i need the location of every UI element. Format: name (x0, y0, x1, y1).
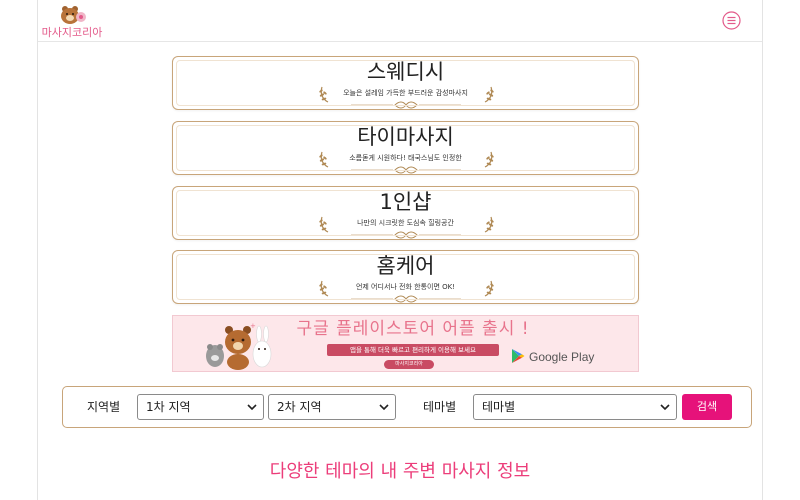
region2-select[interactable]: 2차 지역 (268, 394, 396, 420)
category-subtitle: 소름돋게 시원하다! 태국스님도 인정한 (349, 154, 462, 162)
category-card-home-care[interactable]: 홈케어 언제 어디서나 전화 한통이면 OK! (172, 250, 639, 304)
laurel-left-icon (319, 151, 329, 168)
bear-mascots-icon: + (206, 322, 272, 370)
category-title: 1인샵 (379, 190, 432, 214)
laurel-left-icon (319, 86, 329, 103)
category-title: 홈케어 (376, 254, 435, 278)
category-card-thai[interactable]: 타이마사지 소름돋게 시원하다! 태국스님도 인정한 (172, 121, 639, 175)
laurel-right-icon (484, 151, 494, 168)
laurel-left-icon (319, 216, 329, 233)
category-card-one-person-shop[interactable]: 1인샵 나만의 시크릿한 도심속 힐링공간 (172, 186, 639, 240)
search-button[interactable]: 검색 (682, 394, 732, 420)
theme-select[interactable]: 테마별 (473, 394, 677, 420)
category-subtitle: 오늘은 설레임 가득한 부드러운 감성마사지 (343, 89, 468, 97)
page: 마사지코리아 스웨디시 오늘은 설레임 가득한 부드러운 감성마사지 타이마사지… (0, 0, 800, 500)
banner-title: 구글 플레이스토어 어플 출시 ! (296, 319, 530, 339)
google-play-banner[interactable]: + 구글 플레이스토어 어플 출시 ! 앱을 통해 더욱 빠르고 편리하게 이용… (172, 315, 639, 372)
laurel-right-icon (484, 216, 494, 233)
category-title: 타이마사지 (357, 125, 454, 149)
google-play-icon (512, 349, 525, 363)
google-play-label: Google Play (529, 350, 595, 364)
region-label: 지역별 (87, 400, 121, 414)
laurel-right-icon (484, 86, 494, 103)
search-filter-panel: 지역별 1차 지역 2차 지역 테마별 테마별 검색 (62, 386, 752, 428)
category-subtitle: 나만의 시크릿한 도심속 힐링공간 (357, 219, 454, 227)
category-title: 스웨디시 (366, 60, 445, 84)
theme-value: 테마별 (482, 400, 516, 414)
chevron-down-icon (247, 404, 257, 411)
laurel-left-icon (319, 280, 329, 297)
laurel-right-icon (484, 280, 494, 297)
site-header (38, 0, 762, 42)
logo-text: 마사지코리아 (41, 26, 103, 39)
section-title: 다양한 테마의 내 주변 마사지 정보 (269, 461, 531, 482)
svg-text:+: + (250, 322, 256, 330)
flourish-divider-icon (351, 166, 461, 174)
chevron-down-icon (379, 404, 389, 411)
region1-value: 1차 지역 (146, 400, 191, 414)
flourish-divider-icon (351, 295, 461, 303)
flourish-divider-icon (351, 231, 461, 239)
chevron-down-icon (660, 404, 670, 411)
flourish-divider-icon (351, 101, 461, 109)
category-card-swedish[interactable]: 스웨디시 오늘은 설레임 가득한 부드러운 감성마사지 (172, 56, 639, 110)
bear-logo-icon (61, 6, 86, 24)
region2-value: 2차 지역 (277, 400, 322, 414)
banner-subtitle: 앱을 통해 더욱 빠르고 편리하게 이용해 보세요 (327, 344, 499, 356)
banner-tag: 마사지코리아 (384, 360, 434, 369)
site-logo[interactable]: 마사지코리아 (38, 5, 106, 39)
region1-select[interactable]: 1차 지역 (137, 394, 264, 420)
hamburger-menu-icon[interactable] (722, 11, 741, 30)
theme-label: 테마별 (423, 400, 457, 414)
category-subtitle: 언제 어디서나 전화 한통이면 OK! (355, 283, 456, 291)
